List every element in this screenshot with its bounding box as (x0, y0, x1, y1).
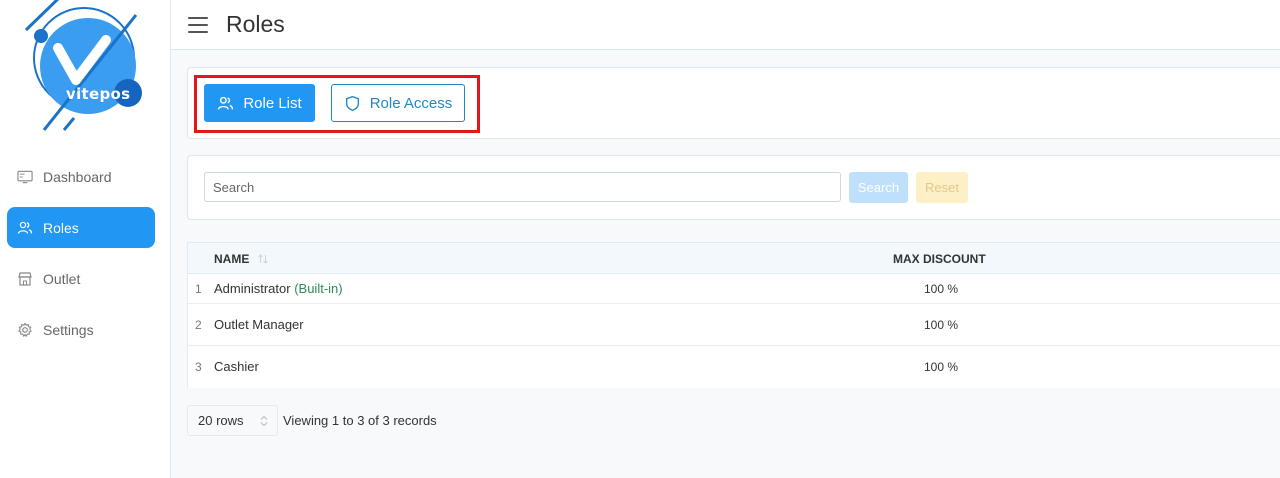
sidebar-item-label: Roles (43, 219, 79, 236)
role-name: Outlet Manager (214, 317, 304, 332)
sidebar-item-label: Outlet (43, 270, 81, 287)
pagination-summary: Viewing 1 to 3 of 3 records (283, 413, 437, 428)
role-list-button[interactable]: Role List (204, 84, 315, 122)
row-number: 1 (195, 282, 202, 296)
reset-button[interactable]: Reset (916, 172, 968, 203)
table-row[interactable]: 2 Outlet Manager 100 % (188, 304, 1280, 346)
table-header: NAME MAX DISCOUNT (188, 243, 1280, 274)
max-discount: 100 % (924, 318, 959, 332)
store-icon (17, 271, 33, 287)
hamburger-icon[interactable] (188, 16, 208, 33)
sidebar-item-dashboard[interactable]: Dashboard (7, 156, 155, 197)
builtin-tag: (Built-in) (294, 281, 343, 296)
role-access-label: Role Access (369, 94, 453, 112)
row-number: 2 (195, 318, 202, 332)
shield-icon (344, 95, 361, 112)
sidebar: vitepos Dashboard Roles Outlet Settings (0, 0, 171, 478)
roles-table: NAME MAX DISCOUNT 1 Administrator (Built… (187, 242, 1280, 388)
sidebar-item-label: Dashboard (43, 168, 112, 185)
users-icon (217, 95, 234, 112)
table-row[interactable]: 3 Cashier 100 % (188, 346, 1280, 388)
sidebar-item-settings[interactable]: Settings (7, 309, 155, 350)
table-row[interactable]: 1 Administrator (Built-in) 100 % (188, 274, 1280, 304)
rows-per-page-select[interactable]: 20 rows (187, 405, 278, 436)
sidebar-nav: Dashboard Roles Outlet Settings (7, 156, 155, 360)
gear-icon (17, 322, 33, 338)
role-access-button[interactable]: Role Access (331, 84, 465, 122)
sidebar-item-roles[interactable]: Roles (7, 207, 155, 248)
logo-text: vitepos (66, 85, 131, 103)
max-discount: 100 % (924, 282, 959, 296)
sort-icon[interactable] (257, 253, 269, 265)
monitor-icon (17, 169, 33, 185)
vitepos-logo[interactable]: vitepos (14, 0, 149, 140)
role-name-text: Administrator (214, 281, 291, 296)
sidebar-item-outlet[interactable]: Outlet (7, 258, 155, 299)
page-title: Roles (226, 11, 285, 37)
role-name: Administrator (Built-in) (214, 281, 343, 296)
column-header-name[interactable]: NAME (214, 252, 269, 266)
rows-per-page-value: 20 rows (198, 413, 244, 428)
users-icon (17, 220, 33, 236)
column-header-max-discount: MAX DISCOUNT (893, 252, 986, 266)
row-number: 3 (195, 360, 202, 374)
role-name: Cashier (214, 359, 259, 374)
sidebar-item-label: Settings (43, 321, 94, 338)
max-discount: 100 % (924, 360, 959, 374)
top-header: Roles (171, 0, 1280, 50)
search-input[interactable] (204, 172, 841, 202)
search-button[interactable]: Search (849, 172, 908, 203)
column-header-label: NAME (214, 252, 250, 266)
updown-chevron-icon (259, 415, 269, 427)
role-list-label: Role List (243, 94, 302, 112)
